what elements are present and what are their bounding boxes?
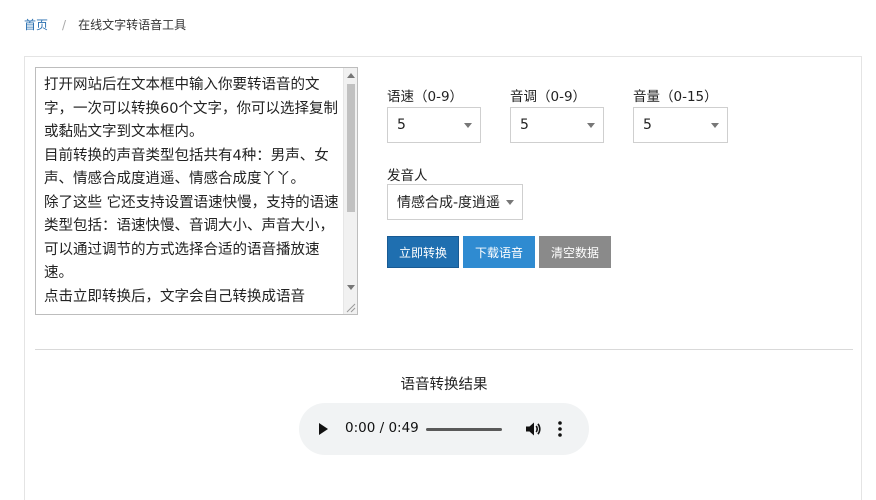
text-input-scrollbar[interactable] xyxy=(343,68,357,314)
scroll-up-arrow-icon[interactable] xyxy=(347,73,355,78)
text-input-area[interactable]: 打开网站后在文本框中输入你要转语音的文字，一次可以转换60个文字，你可以选择复制… xyxy=(35,67,358,315)
volume-icon[interactable] xyxy=(524,420,542,438)
audio-player[interactable]: 0:00 / 0:49 xyxy=(299,403,589,455)
pitch-select[interactable]: 5 xyxy=(510,107,604,143)
result-title: 语音转换结果 xyxy=(400,377,488,393)
more-options-icon[interactable] xyxy=(557,420,563,438)
chevron-down-icon xyxy=(464,123,472,128)
breadcrumb-current: 在线文字转语音工具 xyxy=(78,18,187,32)
voice-label: 发音人 xyxy=(387,168,428,184)
clear-data-button[interactable]: 清空数据 xyxy=(539,236,611,268)
tts-tool-card: 打开网站后在文本框中输入你要转语音的文字，一次可以转换60个文字，你可以选择复制… xyxy=(24,56,862,500)
scroll-down-arrow-icon[interactable] xyxy=(347,285,355,290)
play-icon[interactable] xyxy=(319,423,328,435)
volume-label: 音量（0-15） xyxy=(633,89,718,105)
chevron-down-icon xyxy=(711,123,719,128)
convert-button[interactable]: 立即转换 xyxy=(387,236,459,268)
volume-select-value: 5 xyxy=(643,117,652,133)
breadcrumb: 首页 / 在线文字转语音工具 xyxy=(24,16,186,33)
chevron-down-icon xyxy=(506,200,514,205)
pitch-select-value: 5 xyxy=(520,117,529,133)
volume-select[interactable]: 5 xyxy=(633,107,728,143)
voice-select-value: 情感合成-度逍遥 xyxy=(397,195,500,211)
speed-select[interactable]: 5 xyxy=(387,107,481,143)
pitch-label: 音调（0-9） xyxy=(510,89,587,105)
scroll-thumb[interactable] xyxy=(347,84,355,212)
download-audio-button[interactable]: 下载语音 xyxy=(463,236,535,268)
resize-grip-icon[interactable] xyxy=(344,301,356,313)
chevron-down-icon xyxy=(587,123,595,128)
speed-select-value: 5 xyxy=(397,117,406,133)
text-input-content[interactable]: 打开网站后在文本框中输入你要转语音的文字，一次可以转换60个文字，你可以选择复制… xyxy=(44,74,340,309)
breadcrumb-home-link[interactable]: 首页 xyxy=(24,16,48,33)
audio-time-display: 0:00 / 0:49 xyxy=(345,420,419,436)
voice-select[interactable]: 情感合成-度逍遥 xyxy=(387,184,523,220)
section-divider xyxy=(35,349,853,350)
breadcrumb-separator: / xyxy=(62,17,67,32)
audio-progress-track[interactable] xyxy=(426,428,502,431)
speed-label: 语速（0-9） xyxy=(387,89,464,105)
